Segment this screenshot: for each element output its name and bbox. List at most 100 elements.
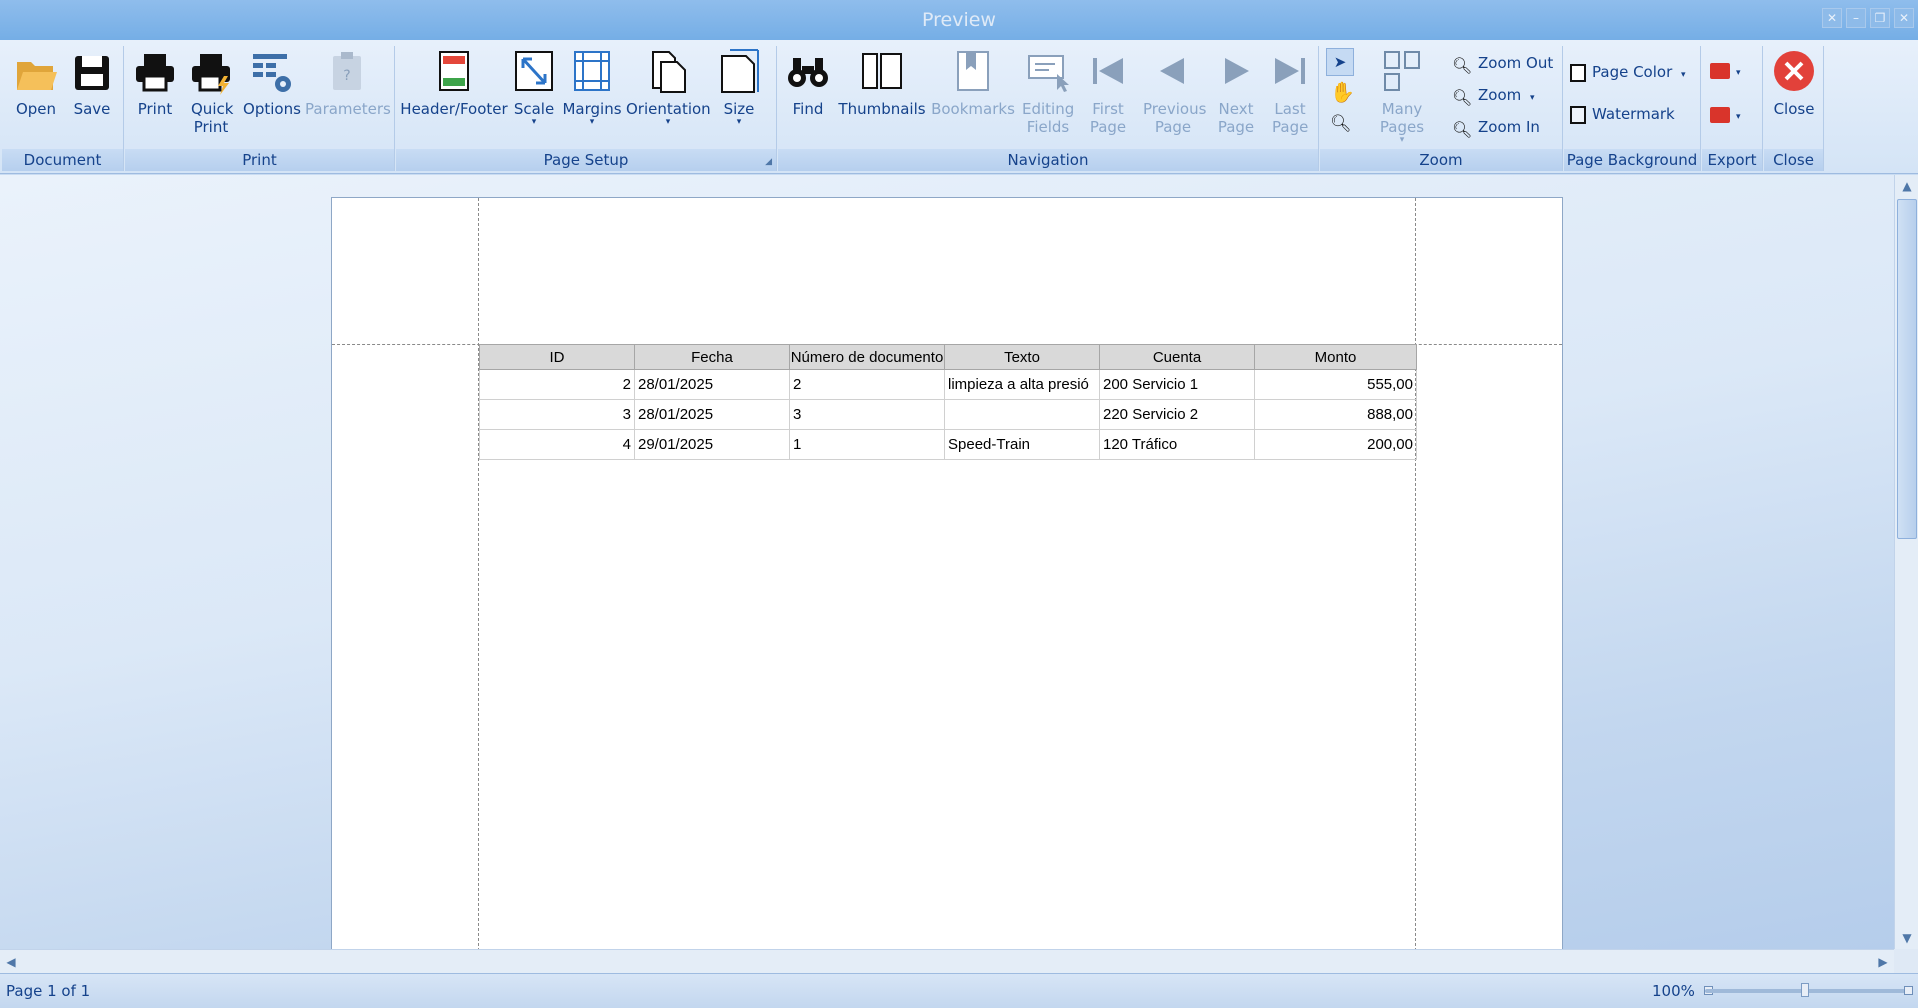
orientation-icon bbox=[652, 51, 686, 93]
scale-button[interactable]: Scale ▾ bbox=[510, 46, 558, 127]
zoom-in-button[interactable]: 🔍︎ Zoom In bbox=[1452, 115, 1540, 139]
thumbnails-button[interactable]: Thumbnails bbox=[836, 46, 928, 118]
table-cell: 3 bbox=[789, 399, 945, 430]
page-color-button[interactable]: Page Color ▾ bbox=[1570, 60, 1686, 84]
table-cell: 200 Servicio 1 bbox=[1099, 369, 1255, 400]
zoom-level[interactable]: 100% bbox=[1652, 982, 1695, 1000]
close-label: Close bbox=[1773, 100, 1815, 118]
binoculars-icon bbox=[788, 58, 828, 87]
parameters-label: Parameters bbox=[305, 100, 391, 118]
group-label-zoom: Zoom bbox=[1320, 149, 1562, 171]
table-cell: 3 bbox=[479, 399, 635, 430]
open-label: Open bbox=[15, 100, 57, 118]
document-viewer[interactable]: ID Fecha Número de documento Texto Cuent… bbox=[0, 175, 1894, 949]
find-label: Find bbox=[792, 100, 824, 118]
send-pdf-button[interactable]: ▾ bbox=[1710, 102, 1741, 126]
column-header: Texto bbox=[944, 344, 1100, 370]
scroll-up-icon[interactable]: ▲ bbox=[1896, 175, 1918, 197]
table-cell: 220 Servicio 2 bbox=[1099, 399, 1255, 430]
scroll-left-icon[interactable]: ◀ bbox=[0, 951, 22, 973]
scale-label: Scale bbox=[513, 100, 555, 118]
options-button[interactable]: Options bbox=[241, 46, 303, 118]
vertical-scroll-thumb[interactable] bbox=[1897, 199, 1917, 539]
left-margin-guide bbox=[478, 198, 479, 949]
close-preview-button[interactable]: Close bbox=[1768, 46, 1820, 118]
size-button[interactable]: Size ▾ bbox=[712, 46, 766, 127]
table-row: 2 28/01/2025 2 limpieza a alta presió 20… bbox=[479, 369, 1417, 400]
svg-text:?: ? bbox=[343, 68, 350, 84]
scroll-right-icon[interactable]: ▶ bbox=[1872, 951, 1894, 973]
save-label: Save bbox=[73, 100, 111, 118]
watermark-button[interactable]: Watermark bbox=[1570, 102, 1675, 126]
hand-icon: ✋ bbox=[1330, 80, 1355, 104]
print-label: Print bbox=[137, 100, 173, 118]
table-row: 3 28/01/2025 3 220 Servicio 2 888,00 bbox=[479, 399, 1417, 430]
magnifier-tool-button[interactable]: 🔍︎ bbox=[1330, 112, 1352, 136]
next-page-button[interactable]: Next Page bbox=[1210, 46, 1262, 136]
table-cell bbox=[944, 399, 1100, 430]
page-setup-dialog-launcher-icon[interactable]: ◢ bbox=[765, 157, 772, 167]
group-zoom: ➤ ✋ 🔍︎ Many Pages ▾ 🔍︎ Zoom Out 🔍︎ Zoom ▾ … bbox=[1320, 46, 1563, 171]
parameters-button[interactable]: ? Parameters bbox=[305, 46, 391, 118]
vertical-scrollbar[interactable]: ▲ ▼ bbox=[1894, 175, 1918, 949]
many-pages-button[interactable]: Many Pages ▾ bbox=[1360, 46, 1444, 145]
pdf-export-icon bbox=[1710, 62, 1730, 79]
first-page-label: First Page bbox=[1089, 100, 1127, 136]
print-button[interactable]: Print bbox=[129, 46, 181, 118]
find-button[interactable]: Find bbox=[782, 46, 834, 118]
first-page-icon bbox=[1093, 58, 1123, 84]
open-button[interactable]: Open bbox=[8, 46, 64, 118]
restore-window-button[interactable]: ❐ bbox=[1870, 8, 1890, 28]
many-pages-label: Many Pages bbox=[1379, 100, 1425, 136]
hand-tool-button[interactable]: ✋ bbox=[1330, 80, 1355, 104]
many-pages-dropdown-icon: ▾ bbox=[1399, 135, 1405, 145]
zoom-slider-thumb[interactable] bbox=[1801, 983, 1809, 997]
zoom-slider-max-icon[interactable] bbox=[1904, 986, 1913, 995]
report-page: ID Fecha Número de documento Texto Cuent… bbox=[331, 197, 1563, 949]
editing-fields-label: Editing Fields bbox=[1022, 100, 1075, 136]
group-close: Close Close bbox=[1764, 46, 1824, 171]
bookmarks-button[interactable]: Bookmarks bbox=[930, 46, 1016, 118]
size-dropdown-icon: ▾ bbox=[736, 117, 742, 127]
help-window-icon[interactable]: ✕ bbox=[1822, 8, 1842, 28]
save-button[interactable]: Save bbox=[66, 46, 118, 118]
quick-print-button[interactable]: Quick Print bbox=[183, 46, 239, 136]
minimize-window-button[interactable]: – bbox=[1846, 8, 1866, 28]
zoom-out-button[interactable]: 🔍︎ Zoom Out bbox=[1452, 51, 1553, 75]
zoom-button[interactable]: 🔍︎ Zoom ▾ bbox=[1452, 83, 1535, 107]
pointer-tool-button[interactable]: ➤ bbox=[1326, 48, 1354, 76]
window-title: Preview bbox=[922, 9, 996, 31]
export-pdf-button[interactable]: ▾ bbox=[1710, 58, 1741, 82]
margins-button[interactable]: Margins ▾ bbox=[560, 46, 624, 127]
last-page-button[interactable]: Last Page bbox=[1264, 46, 1316, 136]
horizontal-scrollbar[interactable]: ◀ ▶ bbox=[0, 949, 1894, 973]
pdf-send-icon bbox=[1710, 106, 1730, 123]
table-cell: 200,00 bbox=[1254, 429, 1417, 460]
margins-icon bbox=[574, 51, 610, 91]
close-window-button[interactable]: ✕ bbox=[1894, 8, 1914, 28]
size-label: Size bbox=[723, 100, 755, 118]
page-indicator: Page 1 of 1 bbox=[6, 982, 91, 1000]
page-color-icon bbox=[1570, 63, 1586, 82]
options-icon bbox=[253, 54, 291, 92]
save-icon bbox=[75, 56, 109, 90]
group-label-navigation: Navigation bbox=[778, 149, 1318, 171]
close-circle-icon bbox=[1774, 51, 1814, 91]
first-page-button[interactable]: First Page bbox=[1080, 46, 1136, 136]
editing-fields-button[interactable]: Editing Fields bbox=[1018, 46, 1078, 136]
page-color-dropdown-icon: ▾ bbox=[1681, 70, 1686, 80]
last-page-label: Last Page bbox=[1272, 100, 1309, 136]
page-size-icon bbox=[721, 49, 759, 93]
orientation-button[interactable]: Orientation ▾ bbox=[626, 46, 711, 127]
page-color-label: Page Color bbox=[1592, 63, 1673, 81]
zoom-in-icon: 🔍︎ bbox=[1452, 119, 1473, 139]
previous-page-button[interactable]: Previous Page bbox=[1138, 46, 1208, 136]
scroll-down-icon[interactable]: ▼ bbox=[1896, 927, 1918, 949]
header-footer-button[interactable]: Header/Footer bbox=[400, 46, 508, 118]
group-page-setup: Header/Footer Scale ▾ Margins ▾ Orientat… bbox=[396, 46, 777, 171]
right-margin-guide bbox=[1415, 198, 1416, 949]
table-cell: 28/01/2025 bbox=[634, 399, 790, 430]
table-row: 4 29/01/2025 1 Speed-Train 120 Tráfico 2… bbox=[479, 429, 1417, 460]
previous-page-icon bbox=[1160, 58, 1184, 84]
header-footer-label: Header/Footer bbox=[400, 100, 508, 118]
